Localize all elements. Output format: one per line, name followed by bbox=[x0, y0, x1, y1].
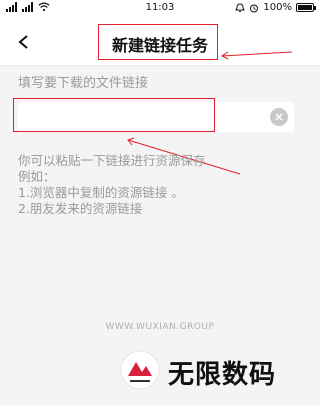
hint-line: 1.浏览器中复制的资源链接 。 bbox=[18, 185, 184, 200]
hint-text: 你可以粘贴一下链接进行资源保存 例如： 1.浏览器中复制的资源链接 。 2.朋友… bbox=[18, 153, 206, 217]
link-field-label: 填写要下载的文件链接 bbox=[18, 76, 149, 91]
close-icon bbox=[275, 113, 283, 121]
brand-name: 无限数码 bbox=[168, 360, 277, 390]
watermark-url: WWW.WUXIAN.GROUP bbox=[105, 322, 215, 332]
bell-icon bbox=[235, 2, 246, 12]
hint-line: 例如： bbox=[18, 169, 56, 184]
hint-line: 2.朋友发来的资源链接 bbox=[18, 201, 143, 216]
status-right: 100% bbox=[235, 2, 316, 13]
annotation-box-title bbox=[98, 24, 218, 60]
clear-input-button[interactable] bbox=[270, 108, 288, 126]
battery-percent: 100% bbox=[263, 2, 292, 13]
status-bar: 11:03 100% bbox=[0, 0, 320, 18]
brand-logo-icon bbox=[120, 350, 160, 390]
battery-icon bbox=[296, 3, 316, 12]
app-header: 新建链接任务 bbox=[0, 18, 320, 66]
alarm-icon bbox=[250, 4, 259, 12]
hint-line: 你可以粘贴一下链接进行资源保存 bbox=[18, 153, 206, 168]
annotation-box-input bbox=[13, 98, 215, 132]
